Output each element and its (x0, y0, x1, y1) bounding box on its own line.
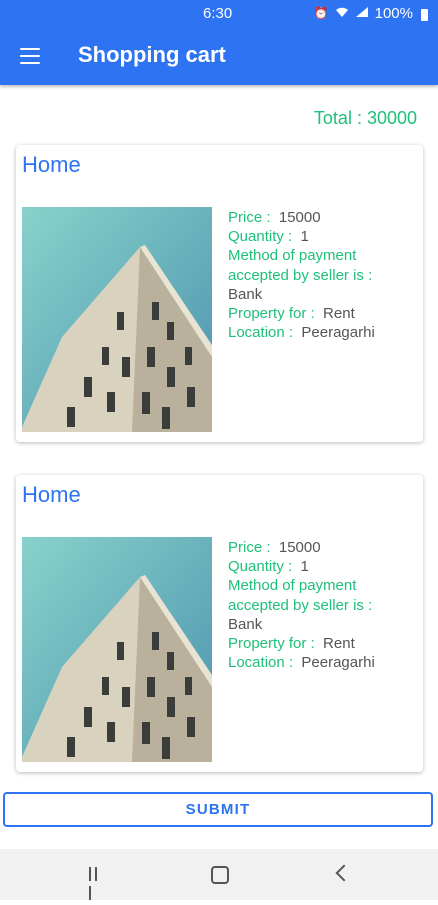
cart-total: Total : 30000 (313, 108, 417, 128)
location-label: Location : (228, 324, 294, 342)
payment-value: Bank (228, 615, 263, 633)
item-details: Price : 15000 Quantity : 1 Method of pay… (228, 208, 418, 342)
app-bar: Shopping cart (0, 28, 438, 85)
home-icon[interactable] (211, 866, 229, 884)
status-icons: ⏰ 100% (314, 5, 428, 22)
item-details: Price : 15000 Quantity : 1 Method of pay… (228, 538, 418, 672)
property-value: Rent (323, 305, 355, 323)
property-label: Property for : (228, 635, 315, 653)
battery-percent: 100% (374, 5, 413, 22)
property-value: Rent (323, 635, 355, 653)
status-time: 6:30 (203, 5, 233, 22)
wifi-icon (335, 6, 349, 22)
location-label: Location : (228, 654, 294, 672)
item-title: Home (22, 482, 81, 507)
cart-item-card[interactable]: Home Price : 15000 Quantity : 1 Method o… (16, 475, 423, 772)
location-value: Peeragarhi (301, 324, 375, 342)
property-image (22, 537, 212, 762)
signal-icon (355, 6, 369, 22)
payment-label: Method of payment accepted by seller is … (228, 577, 373, 614)
quantity-value: 1 (300, 558, 309, 576)
payment-value: Bank (228, 285, 263, 303)
app-title: Shopping cart (78, 42, 226, 67)
property-label: Property for : (228, 305, 315, 323)
price-value: 15000 (278, 539, 321, 556)
system-nav-bar (0, 849, 438, 900)
quantity-label: Quantity : (228, 558, 293, 576)
price-value: 15000 (278, 209, 321, 226)
alarm-icon: ⏰ (313, 6, 329, 20)
status-bar: 6:30 ⏰ 100% (0, 0, 438, 28)
quantity-label: Quantity : (228, 228, 293, 246)
recent-apps-icon[interactable] (89, 867, 106, 900)
back-icon[interactable] (335, 864, 353, 882)
location-value: Peeragarhi (301, 654, 375, 672)
price-label: Price : (228, 209, 271, 226)
property-image (22, 207, 212, 432)
payment-label: Method of payment accepted by seller is … (228, 247, 373, 284)
cart-item-card[interactable]: Home Price : 15000 Quantity : 1 Method o… (16, 145, 423, 442)
quantity-value: 1 (300, 228, 309, 246)
menu-icon[interactable] (20, 48, 40, 64)
item-title: Home (22, 152, 81, 177)
price-label: Price : (228, 539, 271, 556)
battery-icon (421, 8, 428, 21)
submit-button[interactable]: SUBMIT (3, 792, 433, 827)
